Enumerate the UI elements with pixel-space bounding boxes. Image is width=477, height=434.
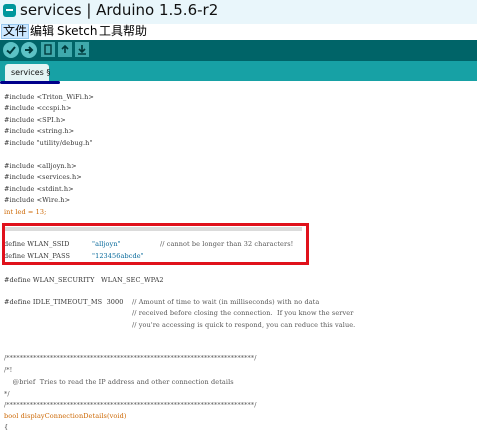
verify-icon[interactable] xyxy=(3,42,19,58)
menu-bar: 文件 编辑 Sketch 工具 帮助 xyxy=(0,24,477,40)
code-comment: /***************************************… xyxy=(4,354,257,362)
menu-file[interactable]: 文件 xyxy=(1,24,30,39)
code-line: #include <Wire.h> xyxy=(4,196,71,204)
code-led-line: int led = 13; xyxy=(4,208,47,216)
code-comment: // Amount of time to wait (in millisecon… xyxy=(132,298,320,306)
code-line-text: #include <SPI.h> xyxy=(4,116,66,124)
code-comment: // received before closing the connectio… xyxy=(132,309,354,317)
code-comment: @brief Tries to read the IP address and … xyxy=(4,378,234,386)
menu-edit[interactable]: 编辑 xyxy=(29,24,55,39)
code-line: { xyxy=(4,423,9,431)
menu-sketch[interactable]: Sketch xyxy=(56,24,98,39)
code-comment: */ xyxy=(4,390,10,398)
tab-strip: services § xyxy=(0,61,477,81)
code-function-signature: bool displayConnectionDetails(void) xyxy=(4,412,126,420)
upload-icon[interactable] xyxy=(21,42,37,58)
arduino-logo-icon xyxy=(3,4,16,17)
title-bar: services | Arduino 1.5.6-r2 xyxy=(0,0,477,24)
code-line: #include <alljoyn.h> xyxy=(4,162,77,170)
window-title: services | Arduino 1.5.6-r2 xyxy=(20,1,219,19)
code-line: #include <stdint.h> xyxy=(4,185,74,193)
code-line: #include <Triton_WiFi.h> xyxy=(4,93,94,101)
code-line: #include <services.h> xyxy=(4,173,82,181)
tab-services-label: services § xyxy=(11,68,51,77)
code-line: #include <ccspi.h> xyxy=(4,104,72,112)
new-icon[interactable] xyxy=(41,42,55,57)
highlight-box-annotation xyxy=(2,223,309,265)
save-icon[interactable] xyxy=(75,42,89,57)
code-comment: /***************************************… xyxy=(4,401,257,409)
open-icon[interactable] xyxy=(58,42,72,57)
code-line: int led = 13; xyxy=(4,208,46,216)
code-line: #define WLAN_SECURITY WLAN_SEC_WPA2 xyxy=(4,276,164,284)
toolbar xyxy=(0,40,477,61)
code-line: #include <string.h> xyxy=(4,127,75,135)
code-line: #include <SPI.h> xyxy=(4,116,66,124)
code-line: #define IDLE_TIMEOUT_MS 3000 xyxy=(4,298,124,306)
code-line: #include "utility/debug.h" xyxy=(4,139,93,147)
menu-tools[interactable]: 工具 xyxy=(98,24,124,39)
tab-services[interactable]: services § xyxy=(5,64,51,81)
code-comment: // you're accessing is quick to respond,… xyxy=(132,321,356,329)
menu-help[interactable]: 帮助 xyxy=(122,24,148,39)
code-comment: /*! xyxy=(4,366,13,374)
function-signature-text: bool displayConnectionDetails(void) xyxy=(4,412,127,420)
